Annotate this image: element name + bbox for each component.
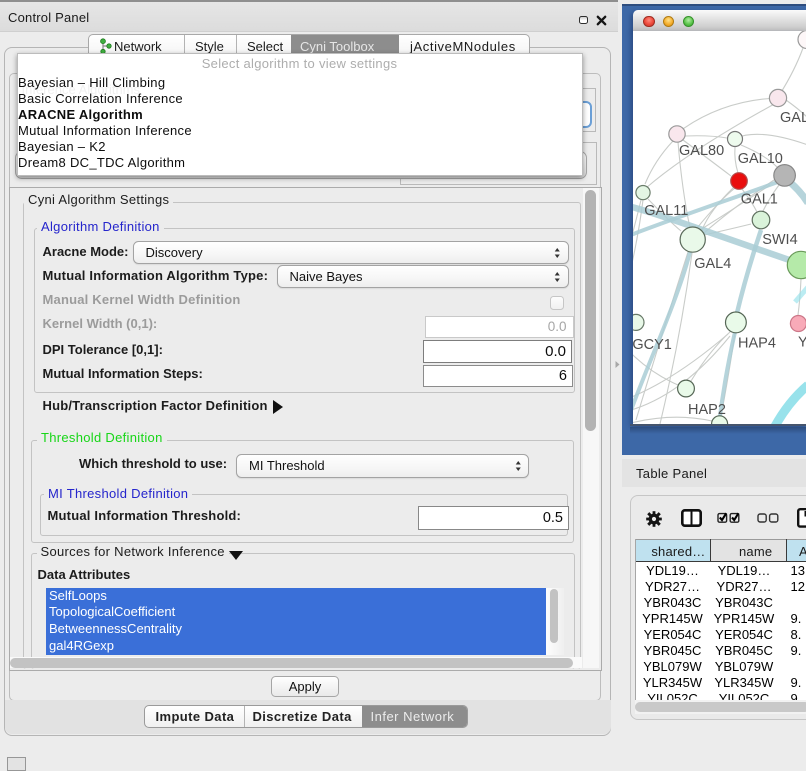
svg-text:HAP4: HAP4 [738,336,776,352]
svg-text:SWI4: SWI4 [762,232,797,248]
svg-text:HAP2: HAP2 [688,402,726,418]
svg-text:GAL11: GAL11 [644,203,688,219]
svg-text:GAL80: GAL80 [679,143,724,159]
svg-text:GAL7: GAL7 [780,110,806,126]
svg-text:GAL10: GAL10 [738,151,783,167]
svg-text:GAL1: GAL1 [741,192,778,208]
svg-text:GAL4: GAL4 [694,256,731,272]
svg-text:YJ: YJ [798,335,806,351]
svg-text:GCY1: GCY1 [633,337,672,353]
